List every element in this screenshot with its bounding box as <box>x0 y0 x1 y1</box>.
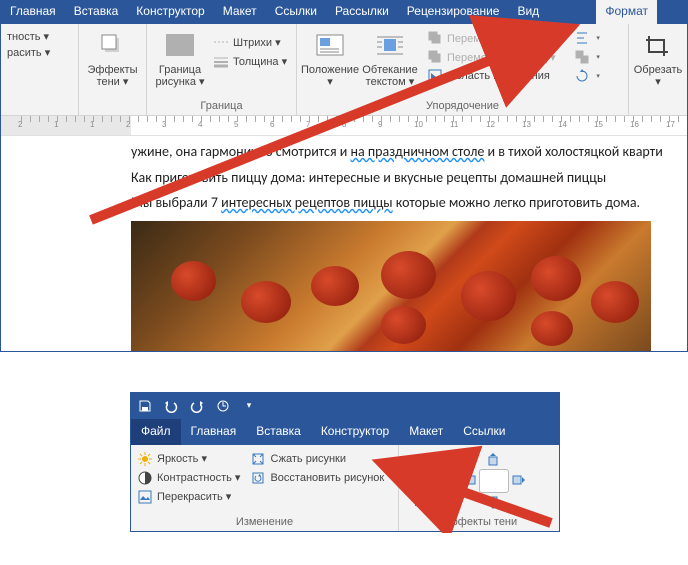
shadow-icon <box>97 30 129 62</box>
group-icon <box>574 49 590 65</box>
send-backward-button[interactable]: Переместить назад ▾ <box>427 49 562 65</box>
contrast-icon <box>137 470 153 486</box>
hatch-button[interactable]: Штрихи ▾ <box>213 34 287 50</box>
tab-format[interactable]: Формат <box>596 0 657 24</box>
doc-line-3: Мы выбрали 7 интересных рецептов пиццы к… <box>131 193 687 213</box>
nudge-down-icon <box>486 495 502 511</box>
nudge-shadow-up[interactable] <box>486 451 502 467</box>
tab-review[interactable]: Рецензирование <box>398 0 509 24</box>
selection-pane-icon <box>427 68 443 84</box>
rotate-button[interactable]: ▾ <box>574 68 600 84</box>
group-border-label: Граница <box>147 100 296 115</box>
group-arrange-label: Упорядочение <box>297 100 628 115</box>
tab-mailings[interactable]: Рассылки <box>326 0 398 24</box>
tab2-insert[interactable]: Вставка <box>246 419 311 445</box>
tab-home[interactable]: Главная <box>1 0 65 24</box>
ribbon-top: тность ▾ расить ▾ Эффекты тени ▾ <box>1 24 687 116</box>
reset-icon <box>250 470 266 486</box>
recolor-button-2[interactable]: Перекрасить ▾ <box>137 489 240 505</box>
pizza-image[interactable] <box>131 221 651 351</box>
tab2-home[interactable]: Главная <box>181 419 247 445</box>
doc-line-2: Как приготовить пиццу дома: интересные и… <box>131 168 687 188</box>
wrap-text-button[interactable]: Обтекание текстом ▾ <box>363 28 417 88</box>
brightness-icon <box>137 451 153 467</box>
weight-icon <box>213 53 229 69</box>
qat-sync-button[interactable] <box>215 398 231 414</box>
group-button[interactable]: ▾ <box>574 49 600 65</box>
align-icon <box>574 30 590 46</box>
tab-design[interactable]: Конструктор <box>127 0 213 24</box>
contrast-button-2[interactable]: Контрастность ▾ <box>137 470 240 486</box>
tab-layout[interactable]: Макет <box>214 0 266 24</box>
reset-picture-button[interactable]: Восстановить рисунок <box>250 470 384 486</box>
send-backward-icon <box>427 49 443 65</box>
tab-insert[interactable]: Вставка <box>65 0 128 24</box>
picture-border-button[interactable]: Граница рисунка ▾ <box>153 28 207 88</box>
selection-pane-button[interactable]: Область выделения <box>427 68 562 84</box>
group-shadow-top: Эффекты тени ▾ <box>79 24 147 115</box>
bring-forward-button[interactable]: Переместить вперед ▾ <box>427 30 562 46</box>
shadow-effects-button[interactable]: Эффекты тени ▾ <box>86 28 140 88</box>
rotate-icon <box>574 68 590 84</box>
group-border: Граница рисунка ▾ Штрихи ▾ Толщина ▾ Гра… <box>147 24 297 115</box>
main-tabs: Главная Вставка Конструктор Макет Ссылки… <box>1 0 687 24</box>
brightness-button-2[interactable]: Яркость ▾ <box>137 451 240 467</box>
top-word-window: Главная Вставка Конструктор Макет Ссылки… <box>0 0 688 352</box>
compress-icon <box>250 451 266 467</box>
compress-pictures-button[interactable]: Сжать рисунки <box>250 451 384 467</box>
brightness-button[interactable]: тность ▾ <box>7 30 50 43</box>
position-button[interactable]: Положение ▾ <box>303 28 357 88</box>
group-shadow-label: Эффекты тени <box>399 516 559 531</box>
weight-button[interactable]: Толщина ▾ <box>213 53 287 69</box>
group-change-label: Изменение <box>131 516 398 531</box>
recolor-icon <box>137 489 153 505</box>
align-button[interactable]: ▾ <box>574 30 600 46</box>
qat-customize-button[interactable]: ▾ <box>241 398 257 414</box>
wrap-icon <box>374 30 406 62</box>
group-crop: Обрезать ▾ <box>629 24 687 115</box>
ribbon-bottom: Яркость ▾ Контрастность ▾ Перекрасить ▾ … <box>131 445 559 531</box>
crop-button[interactable]: Обрезать ▾ <box>634 28 683 88</box>
bring-forward-icon <box>427 30 443 46</box>
group-adjust-partial: тность ▾ расить ▾ <box>1 24 79 115</box>
crop-icon <box>642 30 674 62</box>
tab-references[interactable]: Ссылки <box>266 0 326 24</box>
position-icon <box>314 30 346 62</box>
recolor-button[interactable]: расить ▾ <box>7 46 50 59</box>
doc-line-1: ужине, она гармонично смотрится и на пра… <box>131 142 687 162</box>
shadow-preview[interactable] <box>479 469 509 493</box>
shadow-effects-button-2[interactable]: Эффекты тени ▾ <box>405 449 453 509</box>
qat-redo-button[interactable] <box>189 398 205 414</box>
bottom-tabs: Файл Главная Вставка Конструктор Макет С… <box>131 419 559 445</box>
nudge-left-icon <box>461 473 477 489</box>
hatch-icon <box>213 34 229 50</box>
nudge-shadow-right[interactable] <box>511 473 527 489</box>
qat-undo-button[interactable] <box>163 398 179 414</box>
document-area[interactable]: ужине, она гармонично смотрится и на пра… <box>1 142 687 351</box>
group-shadow-bottom: Эффекты тени ▾ Эффекты тени <box>399 445 559 531</box>
tab2-design[interactable]: Конструктор <box>311 419 399 445</box>
shadow-icon-2 <box>413 451 445 483</box>
quick-access-toolbar: ▾ <box>131 393 559 419</box>
tab2-layout[interactable]: Макет <box>399 419 453 445</box>
nudge-shadow-down[interactable] <box>486 495 502 511</box>
nudge-up-icon <box>486 451 502 467</box>
nudge-right-icon <box>511 473 527 489</box>
tab2-references[interactable]: Ссылки <box>453 419 515 445</box>
nudge-shadow-left[interactable] <box>461 473 477 489</box>
horizontal-ruler[interactable]: 211234567891011121314151617 <box>1 116 687 136</box>
group-change: Яркость ▾ Контрастность ▾ Перекрасить ▾ … <box>131 445 399 531</box>
tab-view[interactable]: Вид <box>508 0 548 24</box>
bottom-word-window: ▾ Файл Главная Вставка Конструктор Макет… <box>130 392 560 532</box>
qat-save-button[interactable] <box>137 398 153 414</box>
tab2-file[interactable]: Файл <box>131 419 181 445</box>
group-arrange: Положение ▾ Обтекание текстом ▾ Перемест… <box>297 24 629 115</box>
picture-border-icon <box>164 30 196 62</box>
